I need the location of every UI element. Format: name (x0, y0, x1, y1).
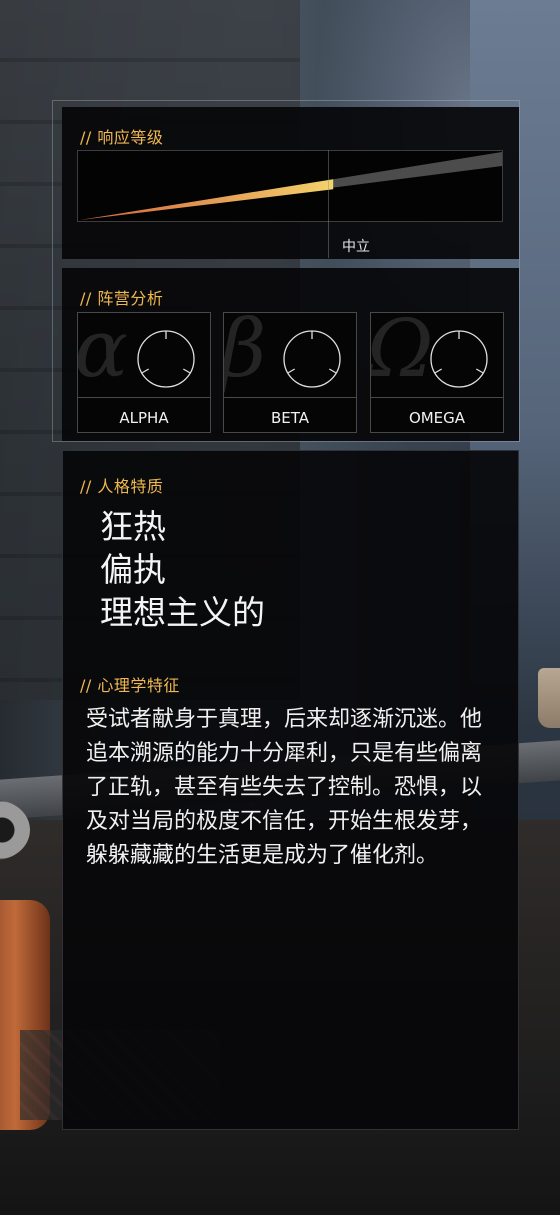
alpha-glyph-icon: α (77, 312, 129, 395)
faction-card-alpha: α ALPHA (77, 312, 211, 433)
traits-list: 狂热 偏执 理想主义的 (100, 505, 265, 634)
beta-glyph-icon: β (223, 312, 267, 395)
gauge-midpoint-line (328, 150, 329, 258)
gauge-fill (80, 179, 334, 220)
response-level-title: // 响应等级 (80, 128, 164, 147)
faction-name-alpha: ALPHA (119, 409, 169, 427)
gauge-wedge (80, 152, 502, 220)
faction-name-beta: BETA (270, 409, 310, 427)
faction-divider (78, 397, 210, 398)
background-pot (538, 668, 560, 728)
faction-card-beta: β BETA (223, 312, 357, 433)
omega-glyph-icon: Ω (370, 312, 434, 395)
trait-item: 偏执 (100, 550, 166, 589)
faction-divider (371, 397, 503, 398)
faction-title: // 阵营分析 (80, 289, 164, 308)
alpha-tri-chart-icon (137, 330, 195, 388)
faction-card-omega: Ω OMEGA (370, 312, 504, 433)
faction-divider (224, 397, 356, 398)
omega-tri-chart-icon (430, 330, 488, 388)
trait-item: 理想主义的 (100, 593, 265, 632)
traits-title: // 人格特质 (80, 477, 164, 496)
faction-name-omega: OMEGA (408, 409, 466, 427)
psych-title: // 心理学特征 (80, 676, 180, 695)
gauge-midpoint-label: 中立 (342, 239, 370, 255)
response-level-gauge (77, 150, 503, 222)
trait-item: 狂热 (100, 507, 166, 546)
psych-description: 受试者献身于真理，后来却逐渐沉迷。他追本溯源的能力十分犀利，只是有些偏离了正轨，… (86, 707, 483, 868)
beta-tri-chart-icon (283, 330, 341, 388)
